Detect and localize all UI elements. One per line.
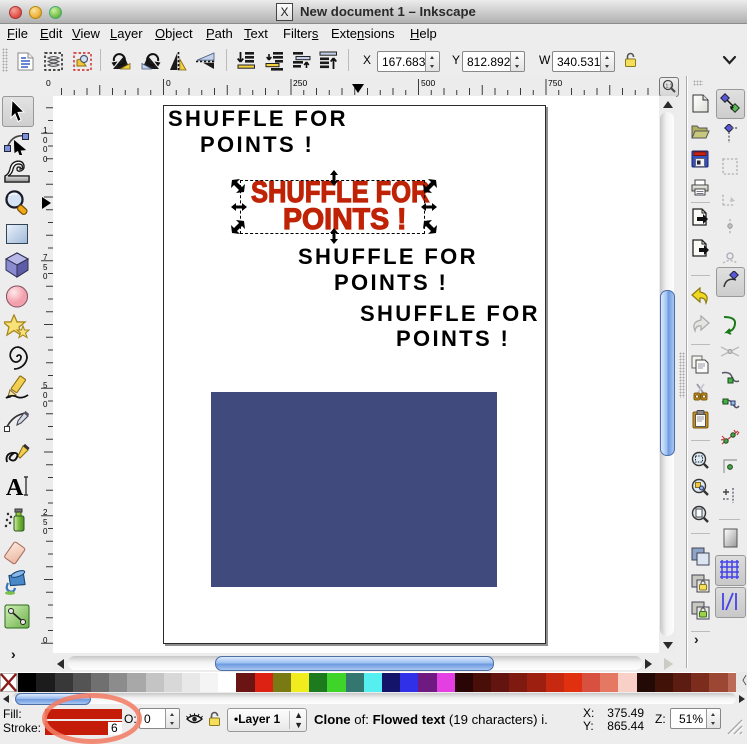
svg-text:A: A [6, 475, 24, 499]
svg-text:1:1: 1:1 [666, 84, 673, 90]
